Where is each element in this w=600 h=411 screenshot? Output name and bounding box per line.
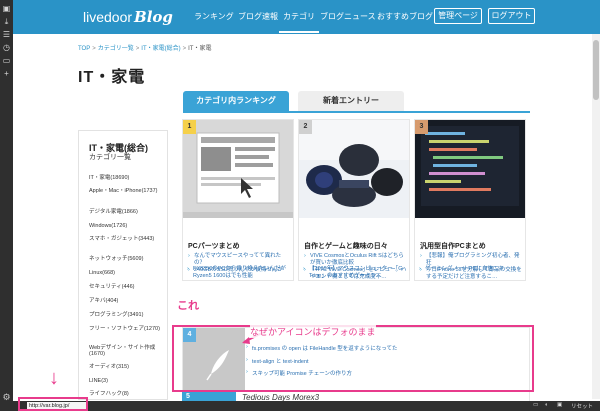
card-link[interactable]: 【2019年】マウスコンピューター「G-Tune」のおすすめゲーミン… — [303, 266, 407, 280]
nav-blog-news-flash[interactable]: ブログ速報 — [238, 11, 278, 22]
ranking-card[interactable]: 1 PCパーツまとめ なんでマウスピースやってて異れたの？ 240GBのSSD買… — [182, 119, 294, 281]
sidebar-item[interactable]: Linux(668) — [89, 270, 165, 276]
scrollbar-thumb[interactable] — [593, 40, 599, 100]
vr-headset-photo — [299, 120, 409, 218]
bookmark-icon[interactable]: ▣ — [2, 5, 11, 13]
sidebar-item[interactable]: ネットウォッチ(5609) — [89, 256, 165, 262]
logout-button[interactable]: ログアウト — [488, 8, 535, 24]
rank-badge: 1 — [183, 120, 196, 134]
add-panel-icon[interactable]: + — [2, 70, 11, 78]
card-title[interactable]: 自作とゲームと趣味の日々 — [304, 241, 388, 251]
annotation-down-arrow-icon: ↓ — [49, 367, 59, 389]
annotation-kore: これ — [177, 300, 199, 312]
sidebar-item[interactable]: セキュリティ(446) — [89, 284, 165, 290]
sidebar-item[interactable]: デジタル家電(1866) — [89, 209, 165, 215]
sidebar-item[interactable]: IT・家電(18690) — [89, 175, 165, 181]
sidebar-item[interactable]: Apple・Mac・iPhone(1737) — [89, 188, 165, 194]
sidebar-item[interactable]: LINE(3) — [89, 378, 165, 384]
site-logo[interactable]: livedoor Blog — [83, 8, 173, 26]
sidebar-item[interactable]: フリー・ソフトウェア(1270) — [89, 326, 165, 332]
reset-label[interactable]: リセット — [571, 402, 593, 410]
status-bar — [13, 401, 600, 411]
history-icon[interactable]: ◷ — [2, 44, 11, 52]
status-icon[interactable]: ▣ — [557, 402, 562, 408]
tab-underline — [183, 111, 530, 113]
card-link[interactable]: 【悲報】俺プログラミング初心者、発狂 — [420, 253, 524, 267]
nav-category[interactable]: カテゴリ — [279, 11, 319, 33]
status-icon[interactable]: ◐ — [545, 402, 548, 408]
sidebar-item[interactable]: オーディオ(315) — [89, 364, 165, 370]
rank-badge: 3 — [415, 120, 428, 134]
tab-new-entries[interactable]: 新着エントリー — [298, 91, 404, 111]
logo-text: livedoor — [83, 9, 133, 25]
sidebar-subtitle: カテゴリ一覧 — [89, 154, 131, 161]
notes-icon[interactable]: ☰ — [2, 31, 11, 39]
breadcrumb-category-list[interactable]: カテゴリ一覧 — [98, 46, 134, 52]
page-title: IT・家電 — [78, 69, 146, 86]
nav-blog-news[interactable]: ブログニュース — [320, 11, 376, 22]
card-title[interactable]: 汎用型自作PCまとめ — [420, 241, 486, 251]
code-screen-photo — [415, 120, 525, 218]
category-sidebar: IT・家電(総合) カテゴリ一覧 IT・家電(18690) Apple・Mac・… — [78, 130, 168, 400]
breadcrumb-separator: > — [92, 46, 96, 52]
breadcrumb-it-general[interactable]: IT・家電(総合) — [141, 46, 180, 52]
browser-sidebar: ▣ ⤓ ☰ ◷ ▭ + ⚙ — [0, 0, 13, 411]
sidebar-item[interactable]: スマホ・ガジェット(3443) — [89, 236, 165, 242]
sidebar-item[interactable]: Windows(1726) — [89, 223, 165, 229]
gear-icon[interactable]: ⚙ — [2, 393, 11, 402]
annotation-note: なぜかアイコンはデフォのまま — [250, 325, 376, 338]
card-link[interactable]: なんでマウスピースやってて異れたの？ — [188, 253, 292, 267]
nav-recommended[interactable]: おすすめブログ — [377, 11, 433, 22]
card-title[interactable]: PCパーツまとめ — [188, 241, 240, 251]
card-link[interactable]: VIVE CosmosとOculus Rift Sはどちらが買いか徹底比較 — [304, 253, 408, 267]
status-icon[interactable]: ▭ — [533, 402, 538, 408]
rank-badge: 5 — [186, 393, 190, 400]
breadcrumb-top[interactable]: TOP — [78, 46, 90, 52]
site-header: livedoor Blog ランキング ブログ速報 カテゴリ ブログニュース おす… — [13, 0, 600, 34]
default-thumbnail — [183, 120, 293, 218]
sidebar-item[interactable]: ライフハック(8) — [89, 391, 165, 397]
panel-icon[interactable]: ▭ — [2, 57, 11, 65]
breadcrumb: TOP > カテゴリ一覧 > IT・家電(総合) > IT・家電 — [78, 43, 211, 52]
breadcrumb-current: IT・家電 — [188, 46, 212, 52]
vertical-scrollbar[interactable] — [592, 34, 600, 399]
sidebar-item[interactable]: プログラミング(3491) — [89, 312, 165, 318]
breadcrumb-separator: > — [135, 46, 140, 52]
breadcrumb-separator: > — [182, 46, 187, 52]
sidebar-item[interactable]: アキバ(404) — [89, 298, 165, 304]
rank-badge: 2 — [299, 120, 312, 134]
ranking-card[interactable]: 2 自作とゲームと趣味の日々 VIVE CosmosとOculus Rift S… — [298, 119, 410, 281]
card-link[interactable]: ゲーミングノートPCに自信ニキ — [419, 266, 523, 273]
ranking-card[interactable]: 3 汎用型自作PCまとめ 【悲報】俺プログラミング初心者、発狂 今日iPhone… — [414, 119, 526, 281]
manage-page-button[interactable]: 管理ページ — [434, 8, 482, 24]
logo-script: Blog — [134, 8, 173, 26]
sidebar-item[interactable]: Webデザイン・サイト作成(1670) — [89, 345, 165, 357]
tab-category-ranking[interactable]: カテゴリ内ランキング — [183, 91, 289, 111]
download-icon[interactable]: ⤓ — [2, 18, 11, 26]
nav-ranking[interactable]: ランキング — [194, 11, 234, 22]
annotation-url-box — [18, 397, 88, 411]
card-link[interactable]: FX8350のPCから乗り換えたいんだがRyzen5 1600はでも性能 — [187, 266, 291, 280]
